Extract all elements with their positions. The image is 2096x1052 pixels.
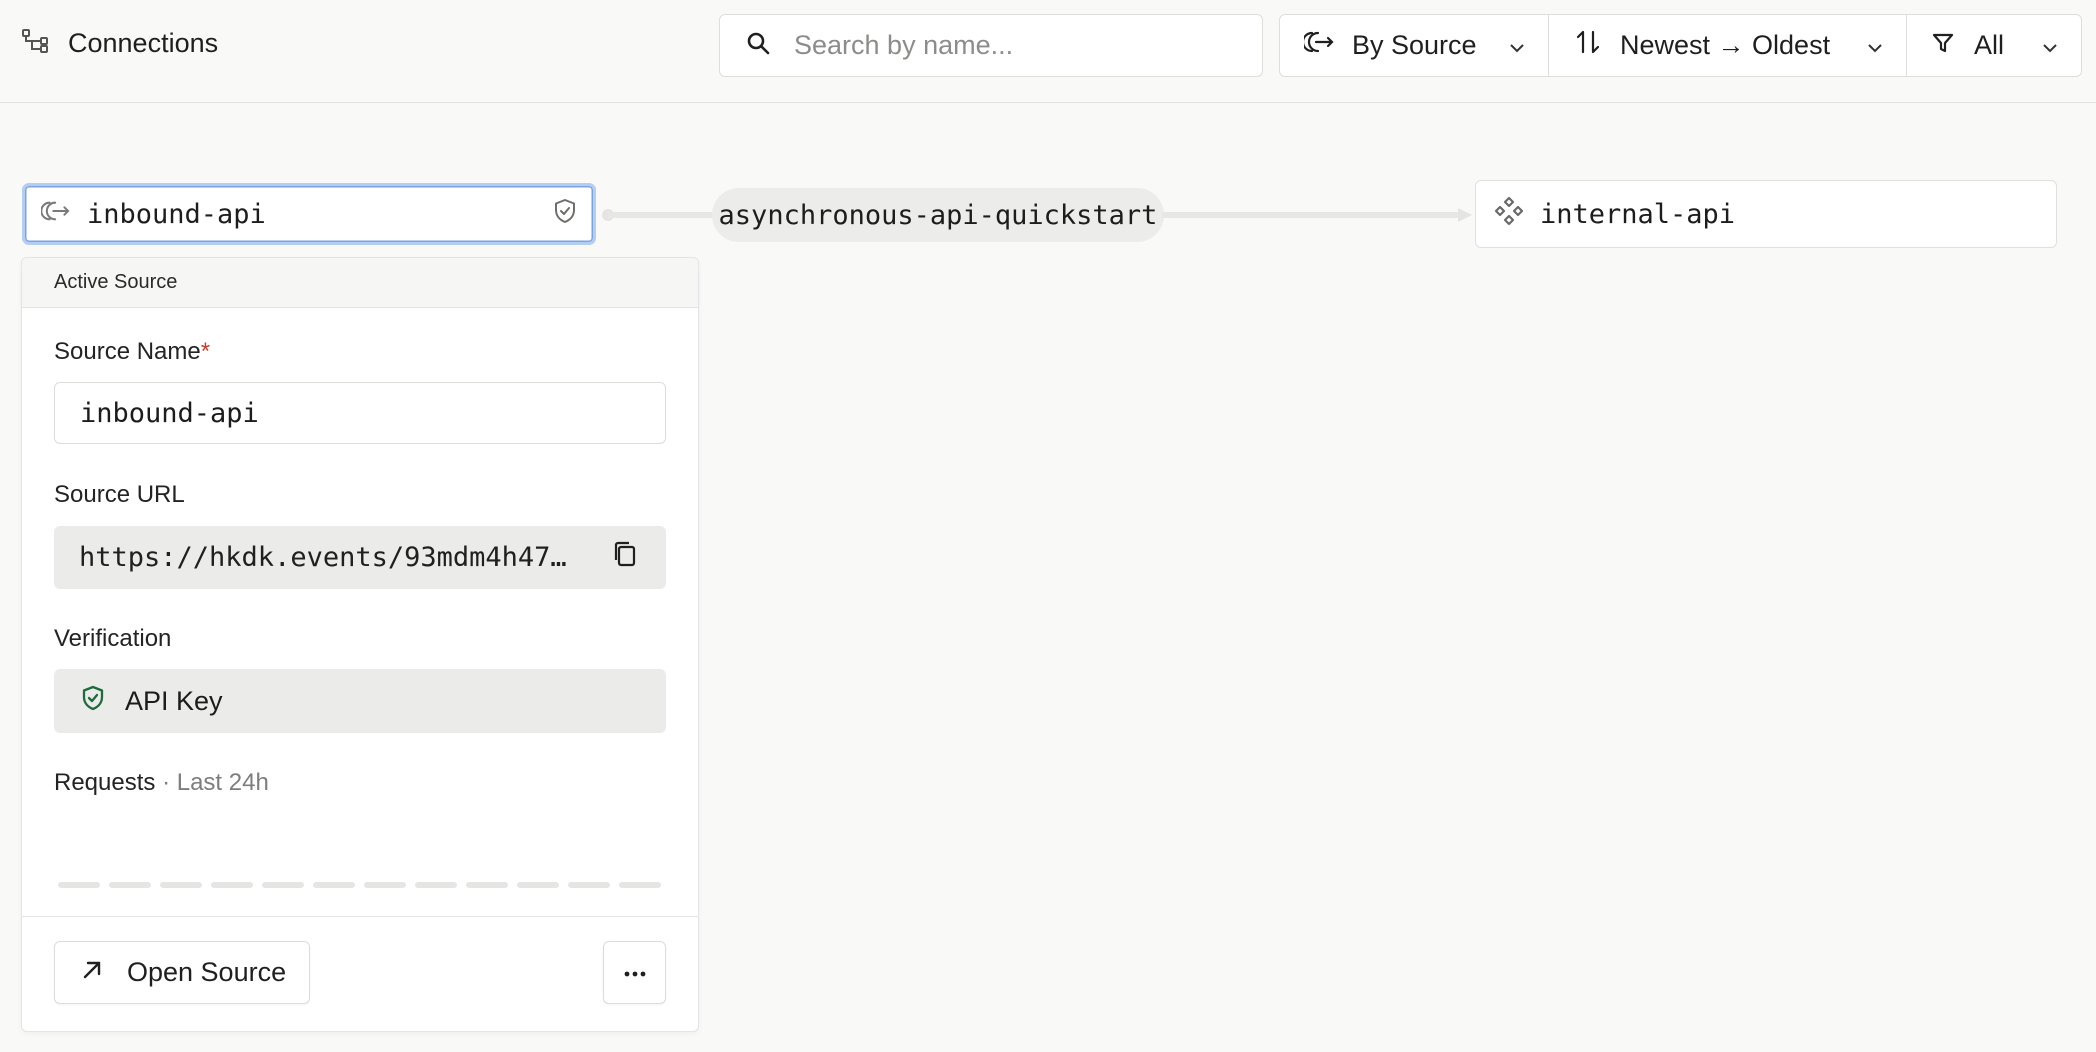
requests-sparkline bbox=[58, 882, 661, 888]
shield-check-icon bbox=[553, 198, 577, 231]
panel-title: Active Source bbox=[54, 271, 178, 293]
source-node[interactable]: inbound-api bbox=[22, 183, 596, 245]
group-by-label: By Source bbox=[1352, 30, 1477, 60]
chevron-down-icon bbox=[1866, 30, 1884, 61]
source-url-value: https://hkdk.events/93mdm4h47f7… bbox=[79, 542, 579, 573]
open-source-label: Open Source bbox=[127, 957, 287, 987]
sparkline-bar bbox=[313, 882, 355, 888]
page-title: Connections bbox=[68, 28, 219, 58]
search-box[interactable] bbox=[719, 14, 1263, 77]
source-name-value: inbound-api bbox=[80, 397, 259, 429]
filter-icon bbox=[1932, 30, 1954, 61]
filter-dropdown[interactable]: All bbox=[1906, 15, 2081, 76]
requests-label-text: Requests bbox=[54, 769, 156, 796]
filter-label: All bbox=[1974, 30, 2005, 60]
required-mark: * bbox=[200, 338, 211, 365]
source-name-field[interactable]: inbound-api bbox=[54, 382, 666, 444]
chevron-down-icon bbox=[2041, 30, 2059, 61]
source-name-label-text: Source Name bbox=[54, 338, 201, 365]
sparkline-bar bbox=[568, 882, 610, 888]
sparkline-bar bbox=[364, 882, 406, 888]
sort-label: Newest → Oldest bbox=[1620, 30, 1831, 60]
source-icon bbox=[40, 199, 73, 230]
sparkline-bar bbox=[160, 882, 202, 888]
sparkline-bar bbox=[517, 882, 559, 888]
sort-arrows-icon bbox=[1576, 29, 1600, 62]
panel-footer: Open Source bbox=[22, 916, 698, 1031]
sparkline-bar bbox=[262, 882, 304, 888]
shield-check-icon bbox=[81, 685, 105, 718]
top-bar: Connections By Source bbox=[0, 0, 2096, 103]
open-source-button[interactable]: Open Source bbox=[54, 941, 310, 1004]
source-url-label: Source URL bbox=[54, 481, 185, 508]
search-input[interactable] bbox=[794, 30, 1234, 61]
sparkline-bar bbox=[415, 882, 457, 888]
source-details-panel: Active Source Source Name* inbound-api S… bbox=[21, 257, 699, 1032]
search-icon bbox=[746, 31, 770, 60]
sparkline-bar bbox=[211, 882, 253, 888]
destination-node[interactable]: internal-api bbox=[1475, 180, 2057, 248]
connections-icon bbox=[22, 29, 50, 58]
copy-icon[interactable] bbox=[612, 540, 638, 575]
sparkline-bar bbox=[619, 882, 661, 888]
sparkline-bar bbox=[109, 882, 151, 888]
more-options-button[interactable] bbox=[603, 941, 666, 1004]
requests-label: Requests · Last 24h bbox=[54, 769, 269, 797]
destination-icon bbox=[1494, 196, 1524, 233]
more-icon bbox=[624, 964, 646, 982]
sparkline-bar bbox=[466, 882, 508, 888]
edge-source-to-connection bbox=[608, 212, 714, 218]
source-node-name: inbound-api bbox=[87, 198, 266, 230]
source-url-field[interactable]: https://hkdk.events/93mdm4h47f7… bbox=[54, 526, 666, 589]
connection-pill[interactable]: asynchronous-api-quickstart bbox=[712, 188, 1164, 242]
source-icon bbox=[1301, 29, 1336, 62]
connection-name: asynchronous-api-quickstart bbox=[718, 199, 1158, 231]
brand: Connections bbox=[22, 28, 218, 59]
edge-connection-to-destination bbox=[1162, 212, 1458, 218]
verification-label: Verification bbox=[54, 625, 172, 652]
verification-value: API Key bbox=[125, 685, 223, 716]
group-by-dropdown[interactable]: By Source bbox=[1280, 15, 1548, 76]
sparkline-bar bbox=[58, 882, 100, 888]
source-name-label: Source Name* bbox=[54, 338, 210, 366]
arrow-up-right-icon bbox=[81, 957, 103, 988]
edge-arrow-icon bbox=[1456, 206, 1474, 229]
sort-dropdown[interactable]: Newest → Oldest bbox=[1548, 15, 1906, 76]
chevron-down-icon bbox=[1508, 30, 1526, 61]
view-controls: By Source Newest → Oldest All bbox=[1279, 14, 2082, 77]
requests-period: · Last 24h bbox=[162, 769, 269, 796]
destination-node-name: internal-api bbox=[1540, 198, 1736, 230]
panel-header: Active Source bbox=[22, 258, 698, 308]
verification-field[interactable]: API Key bbox=[54, 669, 666, 733]
